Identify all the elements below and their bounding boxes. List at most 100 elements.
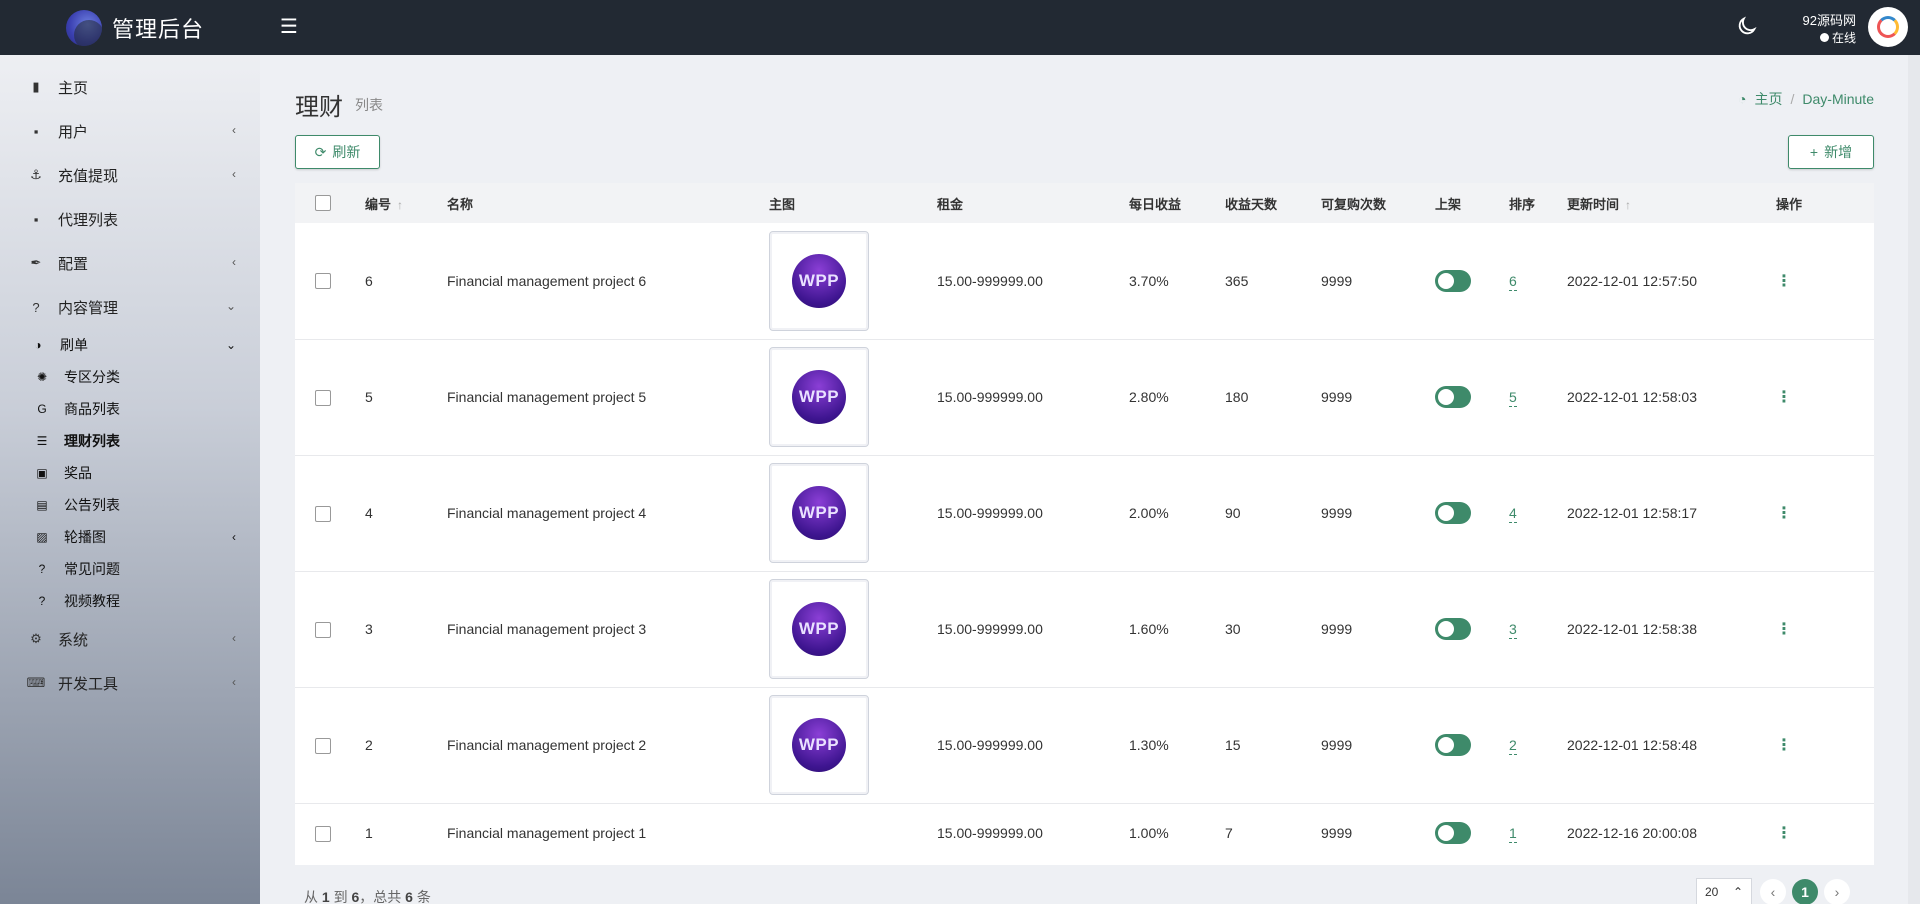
- table-row: 3 Financial management project 3 WPP 15.00-…: [295, 571, 1874, 687]
- sidebar-item-content-7[interactable]: ? 常见问题: [0, 553, 260, 585]
- sidebar-item-main-1[interactable]: ▪ 用户 ‹: [0, 109, 260, 153]
- thumbnail[interactable]: WPP: [769, 230, 869, 331]
- breadcrumb-separator: /: [1790, 91, 1795, 107]
- cell-id: 5: [365, 389, 373, 405]
- moon-icon[interactable]: [1736, 15, 1758, 37]
- user-card-icon: ▪: [33, 123, 39, 139]
- cell-name: Financial management project 2: [447, 737, 647, 753]
- sidebar-item-bottom-0[interactable]: ⚙ 系统 ‹: [0, 617, 260, 661]
- more-vertical-icon[interactable]: ⋮: [1776, 505, 1792, 522]
- header-id[interactable]: 编号 ↑: [365, 183, 447, 223]
- thumbnail[interactable]: WPP: [769, 695, 869, 795]
- listed-toggle[interactable]: [1435, 822, 1471, 845]
- cell-updated: 2022-12-01 12:58:17: [1567, 505, 1697, 521]
- sort-editable[interactable]: 2: [1509, 737, 1517, 755]
- more-vertical-icon[interactable]: ⋮: [1776, 273, 1792, 290]
- sort-editable[interactable]: 1: [1509, 825, 1517, 844]
- cell-repurchase: 9999: [1321, 737, 1353, 753]
- sidebar-item-main-0[interactable]: ▮ 主页: [0, 65, 260, 109]
- sidebar-item-content-5[interactable]: ▤ 公告列表: [0, 489, 260, 521]
- user-status: 在线: [1819, 29, 1856, 46]
- header-repurchase: 可复购次数: [1321, 196, 1387, 212]
- sidebar-item-content-8[interactable]: ? 视频教程: [0, 585, 260, 617]
- sort-editable[interactable]: 4: [1509, 505, 1517, 523]
- row-checkbox[interactable]: [315, 825, 331, 842]
- user-name[interactable]: 92源码网: [1803, 10, 1856, 29]
- bar-chart-icon: ▮: [32, 79, 40, 94]
- sidebar-item-main-4[interactable]: ✒ 配置 ‹: [0, 241, 260, 285]
- more-vertical-icon[interactable]: ⋮: [1776, 389, 1792, 406]
- sidebar-item-label: 理财列表: [64, 433, 120, 449]
- sidebar-item-content-1[interactable]: ✺ 专区分类: [0, 361, 260, 393]
- cell-daily: 1.30%: [1129, 737, 1169, 753]
- cell-days: 15: [1225, 737, 1241, 753]
- sidebar-item-content-6[interactable]: ▨ 轮播图 ‹: [0, 521, 260, 553]
- page-size-select[interactable]: 20 ⌃: [1696, 878, 1752, 904]
- sidebar-item-main-5[interactable]: ? 内容管理 ⌄: [0, 285, 260, 329]
- row-checkbox[interactable]: [315, 389, 331, 406]
- row-checkbox[interactable]: [315, 621, 331, 638]
- avatar[interactable]: [1868, 7, 1908, 47]
- plus-icon: +: [1809, 144, 1819, 160]
- header-updated[interactable]: 更新时间 ↑: [1567, 183, 1776, 223]
- listed-toggle[interactable]: [1435, 734, 1471, 756]
- sidebar-item-bottom-1[interactable]: ⌨ 开发工具 ‹: [0, 661, 260, 705]
- cell-name: Financial management project 1: [447, 825, 647, 842]
- cell-id: 1: [365, 825, 373, 842]
- row-checkbox[interactable]: [315, 505, 331, 522]
- refresh-button[interactable]: ⟳ 刷新: [295, 135, 380, 169]
- chevron-icon: ‹: [232, 631, 236, 645]
- table-row: 2 Financial management project 2 WPP 15.00-…: [295, 687, 1874, 803]
- chevron-icon: ⌄: [225, 299, 236, 313]
- more-vertical-icon[interactable]: ⋮: [1776, 825, 1792, 842]
- cell-daily: 1.60%: [1129, 621, 1169, 637]
- header-name: 名称: [447, 196, 474, 212]
- listed-toggle[interactable]: [1435, 386, 1471, 408]
- cell-days: 365: [1225, 272, 1249, 289]
- cell-id: 3: [365, 621, 373, 637]
- user-status-label: 在线: [1831, 31, 1856, 45]
- table-row: 4 Financial management project 4 WPP 15.00-…: [295, 455, 1874, 571]
- sidebar-item-content-0[interactable]: ◑ 刷单 ⌄: [0, 329, 260, 361]
- thumbnail[interactable]: WPP: [769, 463, 869, 563]
- sidebar-item-content-4[interactable]: ▣ 奖品: [0, 457, 260, 489]
- prev-page-button[interactable]: ‹: [1760, 879, 1786, 904]
- listed-toggle[interactable]: [1435, 618, 1471, 640]
- file-icon: ▤: [36, 498, 48, 512]
- scrollbar[interactable]: [1908, 55, 1920, 904]
- sort-editable[interactable]: 6: [1509, 272, 1517, 291]
- page-1-button[interactable]: 1: [1792, 879, 1818, 904]
- sort-arrow-icon[interactable]: ↑: [1625, 198, 1631, 212]
- sidebar-item-content-2[interactable]: G 商品列表: [0, 393, 260, 425]
- app-logo: [66, 9, 102, 46]
- thumbnail[interactable]: WPP: [769, 347, 869, 447]
- sidebar-item-label: 刷单: [60, 337, 88, 353]
- breadcrumb-current: Day-Minute: [1802, 91, 1874, 107]
- menu-toggle-icon[interactable]: ☰: [280, 14, 298, 39]
- more-vertical-icon[interactable]: ⋮: [1776, 621, 1792, 638]
- sidebar-item-main-3[interactable]: ▪ 代理列表: [0, 197, 260, 241]
- breadcrumb-home[interactable]: 主页: [1755, 89, 1783, 109]
- keyboard-icon: ⌨: [26, 675, 46, 690]
- cell-daily: 1.00%: [1129, 825, 1169, 842]
- row-checkbox[interactable]: [315, 737, 331, 754]
- next-page-button[interactable]: ›: [1824, 879, 1850, 904]
- table-row: 1 Financial management project 1 15.00-999…: [295, 803, 1874, 863]
- cell-rent: 15.00-999999.00: [937, 389, 1043, 405]
- more-vertical-icon[interactable]: ⋮: [1776, 737, 1792, 754]
- sort-editable[interactable]: 5: [1509, 389, 1517, 407]
- select-all-checkbox[interactable]: [315, 195, 331, 212]
- sort-editable[interactable]: 3: [1509, 621, 1517, 639]
- sidebar-item-label: 专区分类: [64, 369, 120, 385]
- cell-id: 4: [365, 505, 373, 521]
- listed-toggle[interactable]: [1435, 502, 1471, 524]
- row-checkbox[interactable]: [315, 273, 331, 290]
- thumbnail[interactable]: WPP: [769, 579, 869, 679]
- sort-arrow-icon[interactable]: ↑: [397, 198, 403, 212]
- sidebar-item-content-3[interactable]: ☰ 理财列表: [0, 425, 260, 457]
- gear-icon: ⚙: [30, 631, 42, 646]
- listed-toggle[interactable]: [1435, 269, 1471, 292]
- add-button[interactable]: + 新增: [1788, 135, 1874, 169]
- cell-days: 90: [1225, 505, 1241, 521]
- sidebar-item-main-2[interactable]: ⚓ 充值提现 ‹: [0, 153, 260, 197]
